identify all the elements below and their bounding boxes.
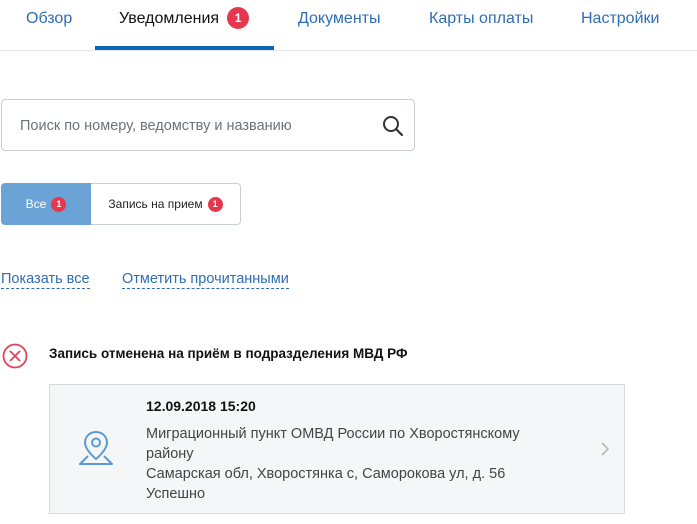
place-name-line1: Миграционный пункт ОМВД России по Хворос… [146, 426, 520, 442]
location-pin-icon [79, 430, 113, 465]
search-icon[interactable] [382, 115, 404, 137]
tab-documents[interactable]: Документы [298, 0, 380, 50]
place-address: Самарская обл, Хворостянка с, Саморокова… [146, 466, 506, 482]
chevron-right-icon [601, 442, 610, 456]
tab-overview-label: Обзор [26, 10, 73, 27]
place-name-line2: району [146, 446, 194, 462]
tab-payment-cards[interactable]: Карты оплаты [429, 0, 533, 50]
filter-all-badge: 1 [51, 197, 67, 212]
active-tab-underline [95, 46, 274, 50]
tab-documents-label: Документы [298, 10, 381, 27]
notification-card[interactable]: 12.09.2018 15:20 Миграционный пункт ОМВД… [49, 384, 625, 514]
cancel-circle-icon [2, 343, 28, 369]
tab-payment-cards-label: Карты оплаты [429, 10, 534, 27]
tab-settings-label: Настройки [581, 10, 660, 27]
notification-title: Запись отменена на приём в подразделения… [49, 346, 408, 361]
filter-appointment-button[interactable]: Запись на прием 1 [91, 183, 241, 225]
show-all-link[interactable]: Показать все [1, 270, 90, 289]
filter-appointment-label: Запись на прием [108, 197, 203, 211]
notification-result: Успешно [146, 486, 206, 502]
filter-appointment-badge: 1 [207, 197, 223, 212]
search-input[interactable] [18, 100, 372, 152]
mark-read-link[interactable]: Отметить прочитанными [122, 270, 289, 289]
tab-notifications-label: Уведомления [119, 10, 220, 27]
filter-group: Все 1 Запись на прием 1 [1, 183, 241, 225]
notifications-count-badge: 1 [227, 7, 250, 29]
tab-overview[interactable]: Обзор [26, 0, 72, 50]
filter-all-button[interactable]: Все 1 [1, 183, 91, 225]
tab-bar: Обзор Уведомления 1 Документы Карты оплат… [0, 0, 697, 51]
tab-notifications[interactable]: Уведомления 1 [119, 0, 250, 50]
tab-settings[interactable]: Настройки [581, 0, 659, 50]
search-box [1, 99, 415, 152]
filter-all-label: Все [25, 197, 47, 211]
notification-date: 12.09.2018 15:20 [146, 398, 256, 414]
